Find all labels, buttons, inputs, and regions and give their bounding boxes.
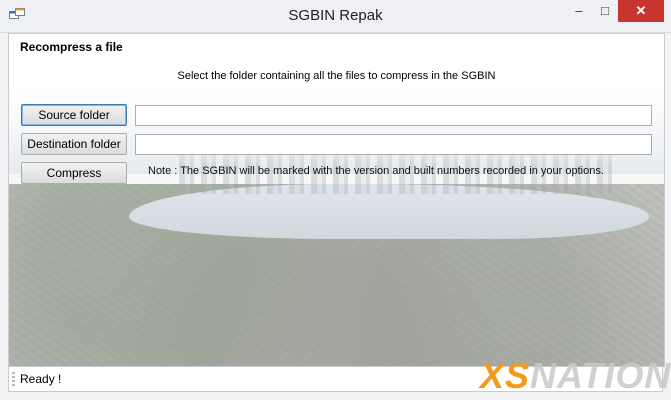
grip-icon — [12, 372, 15, 386]
compress-button[interactable]: Compress — [21, 162, 127, 184]
section-title: Recompress a file — [20, 40, 123, 54]
source-folder-field[interactable] — [135, 105, 652, 126]
destination-folder-button[interactable]: Destination folder — [21, 133, 127, 155]
note-text: Note : The SGBIN will be marked with the… — [148, 165, 604, 177]
status-text: Ready ! — [20, 372, 62, 386]
watermark-logo: XSNATION — [480, 356, 671, 396]
close-button[interactable]: ✕ — [618, 0, 664, 22]
maximize-button[interactable]: □ — [592, 0, 618, 22]
main-panel: Recompress a file Select the folder cont… — [8, 33, 665, 367]
minimize-button[interactable]: – — [566, 0, 592, 22]
watermark-xs: XS — [480, 355, 531, 396]
source-folder-button[interactable]: Source folder — [21, 104, 127, 126]
background-image — [9, 34, 664, 366]
title-bar: SGBIN Repak – □ ✕ — [0, 0, 671, 33]
destination-folder-field[interactable] — [135, 134, 652, 155]
instruction-text: Select the folder containing all the fil… — [177, 70, 496, 82]
watermark-nation: NATION — [530, 355, 671, 396]
